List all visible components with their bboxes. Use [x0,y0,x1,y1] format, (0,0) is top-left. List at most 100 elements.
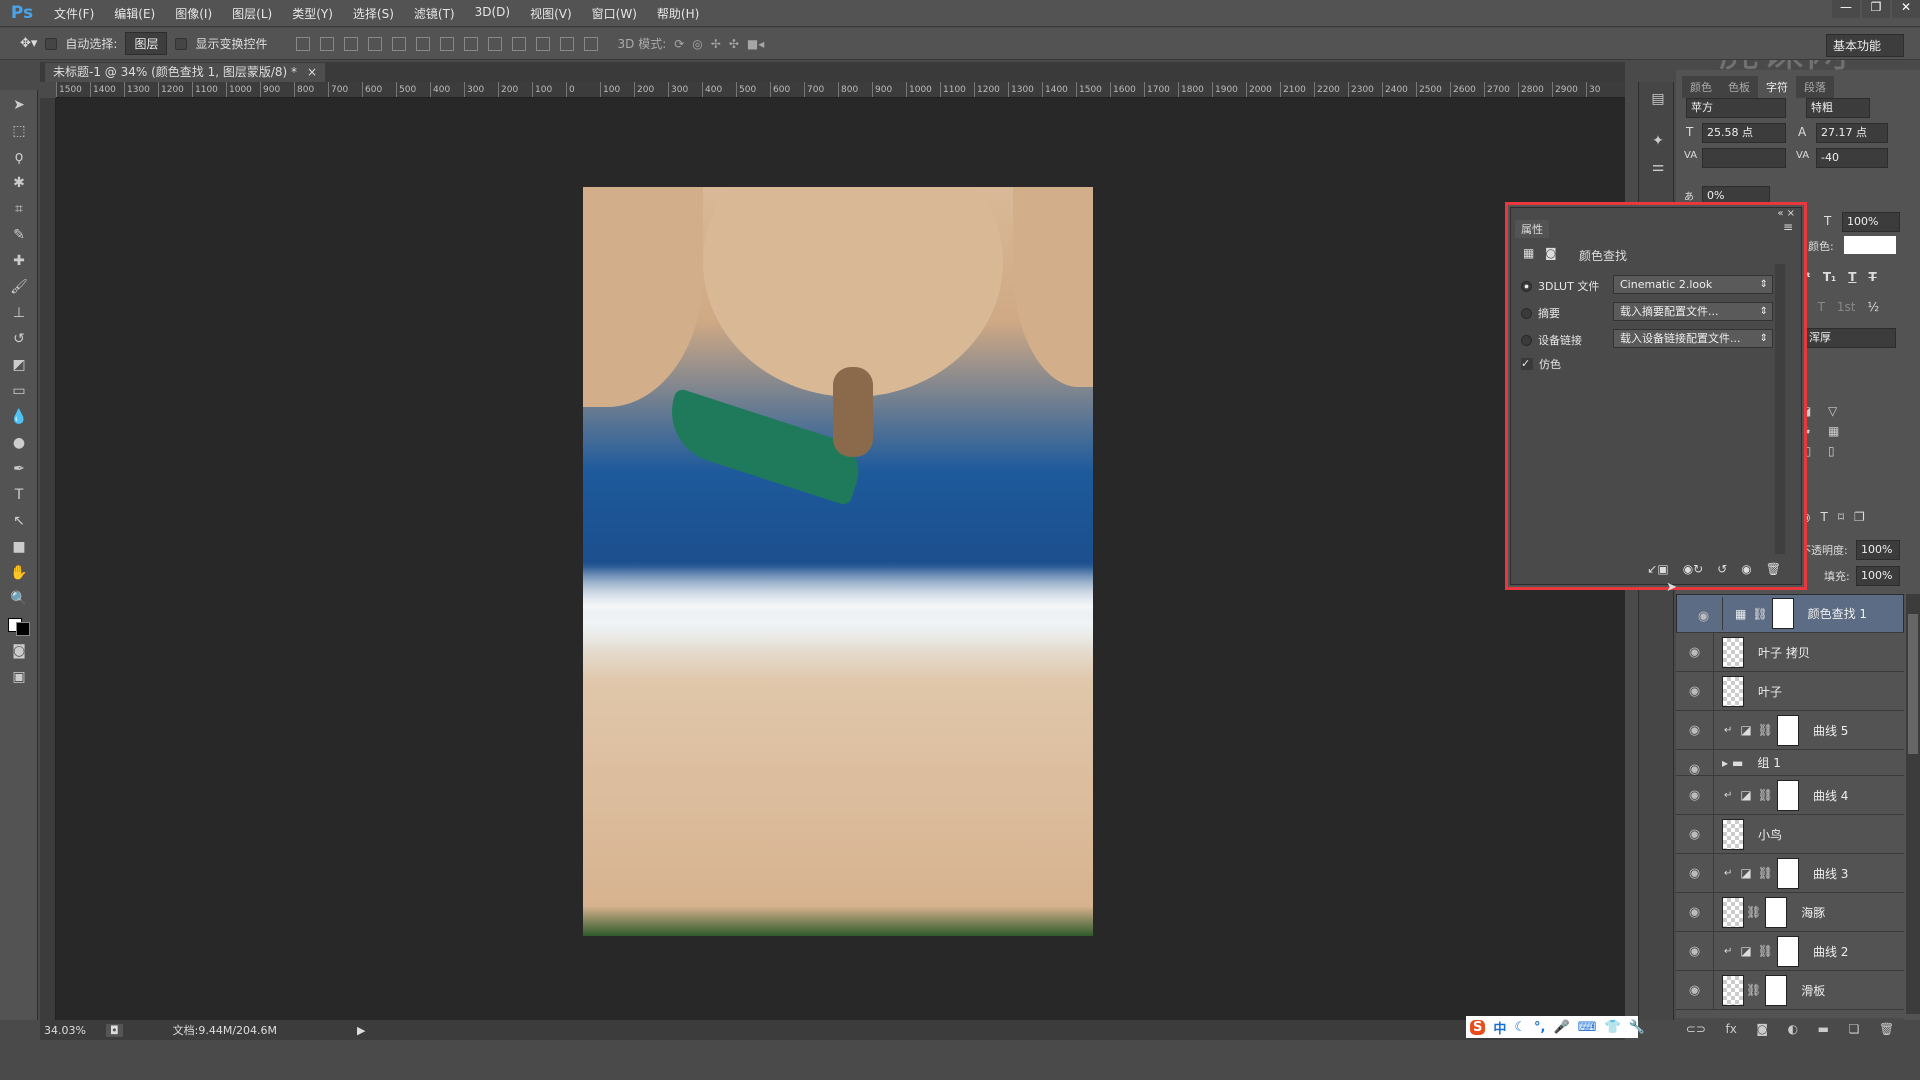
mask-icon[interactable]: ◙ [1545,246,1557,260]
brush-tool-icon[interactable]: 🖌 [6,276,32,298]
visibility-eye-icon[interactable]: ◉ [1676,854,1714,892]
workspace-dropdown[interactable]: 基本功能 [1825,34,1904,57]
3d-rotate-icon[interactable]: ⟳ [674,37,684,51]
skin-icon[interactable]: 👕 [1604,1020,1620,1035]
panel-tab[interactable]: 字符 [1758,76,1796,98]
filter-shape-icon[interactable]: ⌑ [1838,510,1844,524]
align-bottom-icon[interactable] [343,36,358,51]
distribute-vcenter-icon[interactable] [463,36,478,51]
3d-scale-icon[interactable]: ■◂ [747,37,764,51]
crop-tool-icon[interactable]: ⌗ [6,198,32,220]
chain-link-icon[interactable]: ⛓ [1758,866,1773,880]
layer-style-icon[interactable]: fx [1725,1022,1736,1036]
align-left-icon[interactable] [367,36,382,51]
expand-arrow-icon[interactable]: ▸ [1722,756,1728,770]
menu-item[interactable]: 窗口(W) [582,5,647,22]
visibility-eye-icon[interactable]: ◉ [1676,815,1714,853]
leading-field[interactable]: 27.17 点 [1816,123,1888,143]
move-tool-icon[interactable]: ✥▾ [20,36,37,51]
move-tool-icon[interactable]: ➤ [6,94,32,116]
mic-icon[interactable]: 🎤 [1554,1020,1570,1035]
auto-select-checkbox[interactable] [45,37,58,50]
minimize-button[interactable]: — [1832,0,1860,18]
punctuation-icon[interactable]: °, [1534,1020,1545,1035]
layer-row[interactable]: ◉ ▸ ▬ 组 1 [1676,750,1904,777]
3d-pan-icon[interactable]: ✢ [711,37,721,51]
reset-icon[interactable]: ↺ [1717,562,1727,576]
color-lookup-icon[interactable]: ▦ [1828,424,1850,438]
layer-row[interactable]: ◉ ↵ ◪ ⛓ 曲线 2 [1676,932,1904,971]
vertical-scale-field[interactable]: 100% [1842,212,1900,232]
align-top-icon[interactable] [295,36,310,51]
layer-row[interactable]: ◉ 小鸟 [1676,815,1904,854]
chain-link-icon[interactable]: ⛓ [1758,944,1773,958]
tool-presets-icon[interactable]: ⚌ [1645,156,1671,178]
menu-item[interactable]: 视图(V) [520,5,582,22]
marquee-tool-icon[interactable]: ⬚ [6,120,32,142]
panel-tab[interactable]: 段落 [1796,76,1834,98]
panel-tab[interactable]: 色板 [1720,76,1758,98]
layer-mask-thumbnail[interactable] [1771,598,1794,629]
layer-row[interactable]: ◉ ↵ ◪ ⛓ 曲线 3 [1676,854,1904,893]
history-panel-icon[interactable]: ▤ [1645,88,1671,110]
new-layer-icon[interactable]: ❏ [1849,1022,1860,1036]
align-hcenter-icon[interactable] [391,36,406,51]
menu-item[interactable]: 滤镜(T) [404,5,465,22]
distribute-left-icon[interactable] [511,36,526,51]
menu-item[interactable]: 选择(S) [343,5,404,22]
abstract-dropdown[interactable]: 载入摘要配置文件... [1613,302,1773,321]
chain-link-icon[interactable]: ⛓ [1752,607,1767,621]
document-canvas[interactable] [583,187,1093,936]
layer-thumbnail[interactable] [1722,818,1744,850]
history-brush-icon[interactable]: ↺ [6,328,32,350]
menu-item[interactable]: 文件(F) [44,5,104,22]
panel-tab[interactable]: 颜色 [1682,76,1720,98]
eraser-icon[interactable]: ◩ [6,354,32,376]
clip-to-layer-icon[interactable]: ↙▣ [1647,562,1668,576]
align-vcenter-icon[interactable] [319,36,334,51]
subscript-icon[interactable]: T₁ [1823,270,1836,284]
underline-icon[interactable]: T [1848,270,1856,284]
3d-slide-icon[interactable]: ✣ [729,37,739,51]
ime-mode[interactable]: 中 [1493,1018,1506,1037]
delete-layer-icon[interactable]: 🗑 [1879,1022,1894,1036]
distribute-hcenter-icon[interactable] [535,36,550,51]
font-size-field[interactable]: 25.58 点 [1702,123,1786,143]
hand-tool-icon[interactable]: ✋ [6,562,32,584]
menu-item[interactable]: 图层(L) [222,5,282,22]
close-tab-icon[interactable]: × [307,63,317,82]
layer-row[interactable]: ◉ ⛓ 滑板 [1676,971,1904,1010]
font-style-dropdown[interactable]: 特粗 [1806,98,1870,118]
document-tab[interactable]: 未标题-1 @ 34% (颜色查找 1, 图层蒙版/8) * × [45,63,326,82]
restore-button[interactable]: ❐ [1862,0,1890,18]
device-link-dropdown[interactable]: 载入设备链接配置文件... [1613,329,1773,348]
chain-link-icon[interactable]: ⛓ [1758,788,1773,802]
keyboard-icon[interactable]: ⌨ [1578,1020,1597,1035]
brush-presets-icon[interactable]: ✦ [1645,130,1671,152]
layer-mask-thumbnail[interactable] [1776,779,1799,811]
lasso-tool-icon[interactable]: ϙ [6,146,32,168]
type-tool-icon[interactable]: T [6,484,32,506]
show-transform-checkbox[interactable] [175,37,188,50]
eyedropper-icon[interactable]: ✎ [6,224,32,246]
filter-type-icon[interactable]: T [1820,510,1827,524]
visibility-eye-icon[interactable]: ◉ [1676,776,1714,814]
swash-icon[interactable]: T [1818,300,1825,314]
auto-align-icon[interactable] [583,36,598,51]
layer-row[interactable]: ◉ ⛓ 海豚 [1676,893,1904,932]
auto-select-dropdown[interactable]: 图层 [125,32,168,55]
menu-item[interactable]: 帮助(H) [647,5,709,22]
new-adjustment-icon[interactable]: ◐ [1788,1022,1798,1036]
abstract-radio[interactable] [1521,307,1532,319]
fill-field[interactable]: 100% [1856,566,1900,586]
visibility-eye-icon[interactable]: ◉ [1676,971,1714,1009]
path-select-icon[interactable]: ↖ [6,510,32,532]
visibility-eye-icon[interactable]: ◉ [1676,633,1714,671]
strikethrough-icon[interactable]: T [1868,270,1876,284]
distribute-top-icon[interactable] [439,36,454,51]
align-right-icon[interactable] [415,36,430,51]
layer-mask-thumbnail[interactable] [1776,857,1799,889]
dither-checkbox[interactable]: ✓ [1521,358,1533,370]
close-button[interactable]: ✕ [1892,0,1920,18]
color-swatches[interactable] [6,614,32,636]
